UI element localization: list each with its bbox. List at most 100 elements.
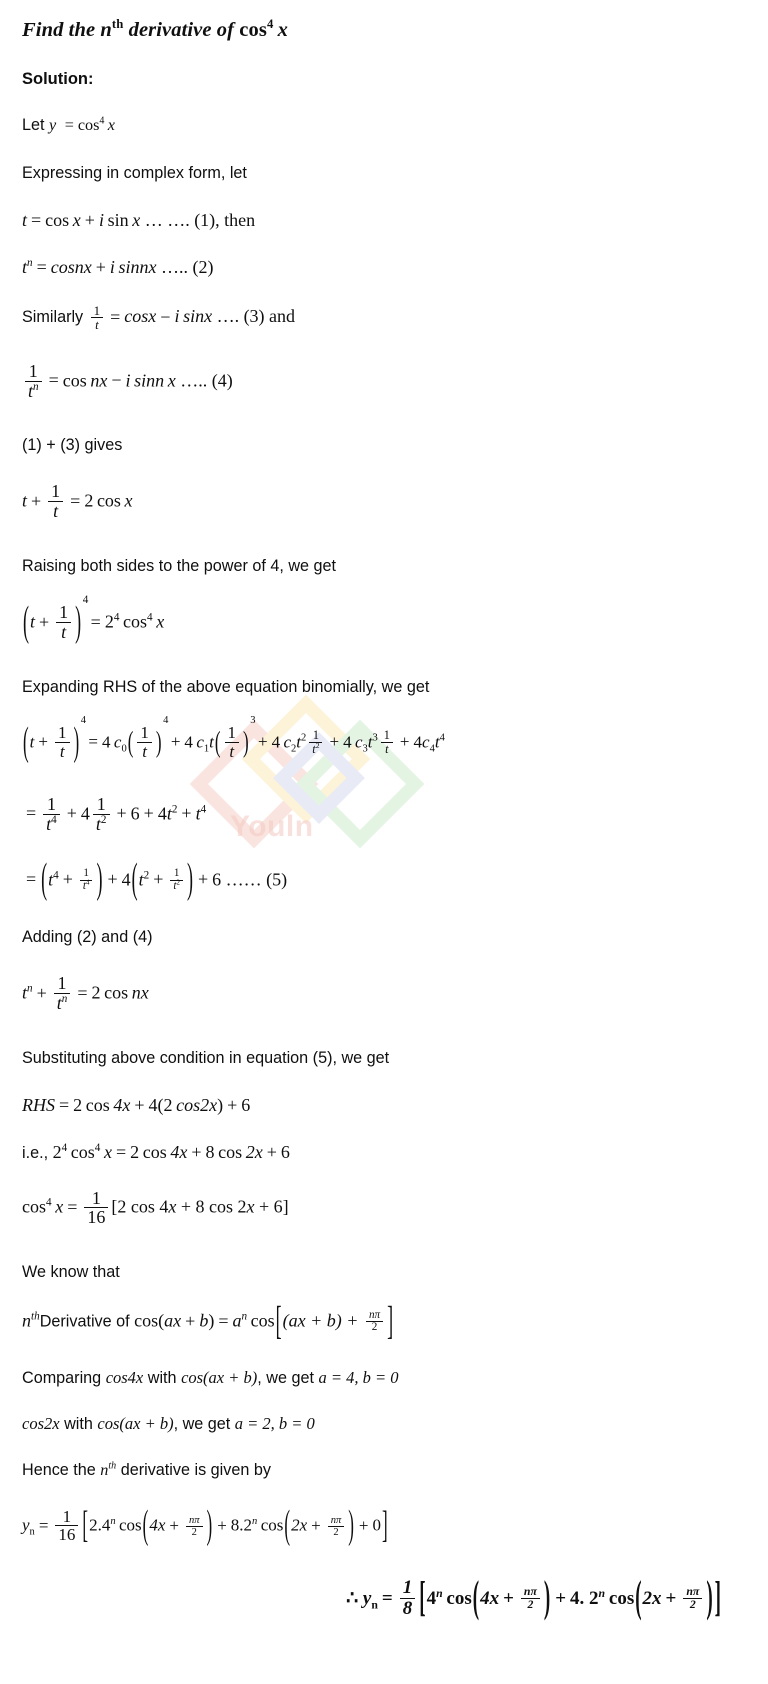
rhs-six: 6: [241, 1094, 251, 1115]
simp-t4-pow: 4: [200, 803, 207, 816]
p4-fraction: 1t: [56, 603, 72, 642]
bin-coef-4d: 4: [343, 732, 352, 752]
t0-close: ): [155, 724, 162, 759]
rhs-inner-two: 2: [163, 1094, 173, 1115]
yn-plus4: +: [358, 1515, 369, 1535]
cos4-num: 1: [91, 1187, 101, 1208]
equation-2: tn = cosnx + i sinnx ….. (2): [22, 256, 214, 277]
eq4-den-n: n: [33, 380, 39, 393]
equation-sum: t +1 t = 2 cos x: [22, 481, 740, 522]
simp-f2-pow: 2: [100, 813, 107, 826]
yn-y: y: [22, 1515, 30, 1535]
title-variable: x: [277, 19, 288, 41]
cmp1-values: a = 4, b = 0: [318, 1367, 399, 1387]
g5-frac1: 1 t4: [79, 867, 93, 893]
cos4-body-a: [2 cos 4: [111, 1196, 169, 1217]
eq3-minus: −: [160, 306, 171, 327]
deriv-th: th: [31, 1310, 40, 1323]
simp-four2: 4: [157, 803, 167, 824]
p4-den: t: [56, 622, 72, 642]
final-two2: 2: [683, 1598, 703, 1611]
cos4-frac: 1 16: [84, 1187, 109, 1228]
p4-rhs-exp: 4: [113, 611, 120, 624]
cmp2-post: , we get: [173, 1414, 235, 1433]
simp-four: 4: [80, 803, 90, 824]
ie-cos2: cos: [218, 1141, 243, 1162]
t1-frac: 1t: [224, 724, 240, 761]
ie-plus2: +: [266, 1141, 277, 1162]
yn-cos2: cos: [260, 1515, 284, 1535]
equation-add: tn +1 tn = 2 cos nx: [22, 974, 740, 1014]
final-therefore: ∴: [346, 1587, 359, 1609]
simp-frac1: 1 t4: [43, 794, 60, 834]
bin-coef-4b: 4: [184, 732, 193, 752]
ie-two-pow: 4: [61, 1141, 68, 1154]
rhs-4x: 4x: [113, 1094, 131, 1115]
g5-tag: …… (5): [225, 868, 288, 889]
g5-f1-den: t4: [79, 879, 93, 893]
equation-5: = (t4 +1 t4) +4(t2 +1 t2) +6 …… (5): [26, 854, 288, 902]
cmp2-target: cos(ax + b): [97, 1413, 174, 1433]
deriv-ax: ax: [164, 1310, 182, 1331]
bin-frac3-num: 1: [383, 728, 390, 743]
cos4-pow: 4: [46, 1196, 52, 1209]
final-bn: n: [598, 1586, 606, 1600]
ie-2x: 2x: [245, 1141, 263, 1162]
cos4-body-e: + 6]: [254, 1196, 289, 1217]
eq2-cosnx: cosnx: [50, 256, 92, 277]
deriv-two: 2: [365, 1321, 384, 1334]
final-frac2: nπ 2: [683, 1585, 703, 1612]
ie-cos-pow: 4: [94, 1141, 101, 1154]
eq1-plus: +: [84, 209, 95, 230]
g5-t4-pow: 4: [53, 868, 59, 881]
simp-plus3: +: [143, 803, 154, 824]
solution-label: Solution:: [22, 69, 94, 88]
ie-plus1: +: [191, 1141, 202, 1162]
yn-an: n: [110, 1515, 116, 1527]
t0-frac: 1t: [137, 724, 152, 761]
cmp1-target: cos(ax + b): [181, 1367, 258, 1387]
bin-frac2: 1 t2: [309, 729, 323, 756]
yn-plus2: +: [217, 1515, 227, 1535]
title-function-power: 4: [266, 17, 274, 32]
ie-eight: 8: [205, 1141, 215, 1162]
eq3-i: i: [174, 306, 180, 327]
bin-plus: +: [38, 732, 48, 752]
t1-close: ): [243, 724, 249, 759]
p4-rhs-cos: cos: [123, 611, 148, 632]
eq4-fraction: 1 tn: [25, 360, 42, 401]
simp-plus2: +: [116, 803, 127, 824]
step-expanding: Expanding RHS of the above equation bino…: [22, 678, 430, 696]
cmp1-pre: Comparing: [22, 1368, 106, 1387]
sum-num: 1: [51, 481, 61, 502]
simp-f1-pow: 4: [51, 813, 57, 826]
title-function: cos: [239, 19, 267, 41]
bin-den: t: [55, 742, 70, 761]
equation-compare-1: Comparing cos4x with cos(ax + b), we get…: [22, 1367, 740, 1388]
bin-c-d: c: [354, 732, 363, 752]
eq4-minus: −: [111, 370, 122, 391]
bin-open-paren: (: [23, 718, 29, 764]
final-npi2: nπ: [686, 1585, 700, 1599]
g5-plus2: +: [107, 868, 118, 889]
ie-label: i.e.,: [22, 1143, 49, 1162]
deriv-n: n: [22, 1310, 31, 1331]
bin-c-b: c: [196, 732, 204, 752]
final-den: 8: [399, 1598, 416, 1619]
equals-sign: =: [64, 115, 74, 134]
deriv-eq: =: [218, 1310, 229, 1331]
final-plus3: +: [665, 1587, 677, 1609]
cos4-eq: =: [67, 1196, 78, 1217]
yn-cos1: cos: [119, 1515, 142, 1535]
eq2-sinnx: sinnx: [118, 256, 157, 277]
step-we-know: We know that: [22, 1263, 120, 1282]
simp-f1-den: t4: [43, 813, 60, 834]
p4-rhs-x: x: [156, 611, 165, 632]
final-cos1: cos: [446, 1587, 472, 1609]
eq4-sinn: sinn: [134, 370, 165, 391]
add-t-pow: n: [27, 982, 33, 995]
g5-open2: (: [131, 854, 138, 902]
equation-yn: yn = 1 16 [2.4n cos(4x + nπ 2) +8.2n cos(2x + nπ 2)…: [22, 1503, 740, 1546]
eq4-num: 1: [28, 360, 38, 381]
step-raising: Raising both sides to the power of 4, we…: [22, 557, 337, 576]
